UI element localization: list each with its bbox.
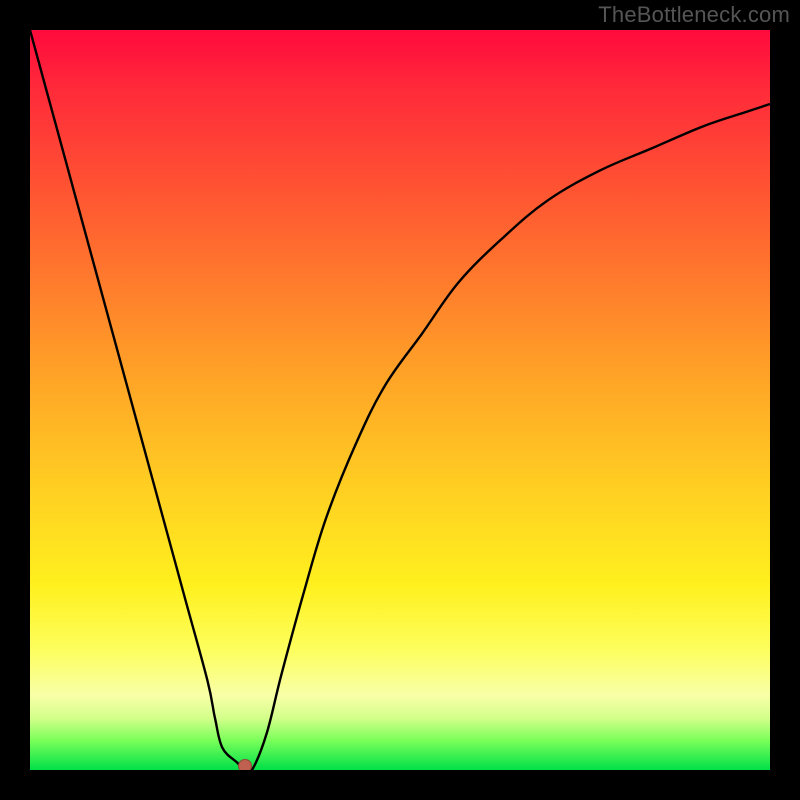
watermark-text: TheBottleneck.com [598, 2, 790, 28]
chart-frame: TheBottleneck.com [0, 0, 800, 800]
optimum-marker-icon [238, 759, 252, 770]
curve-path [30, 30, 770, 770]
plot-area [30, 30, 770, 770]
bottleneck-curve [30, 30, 770, 770]
